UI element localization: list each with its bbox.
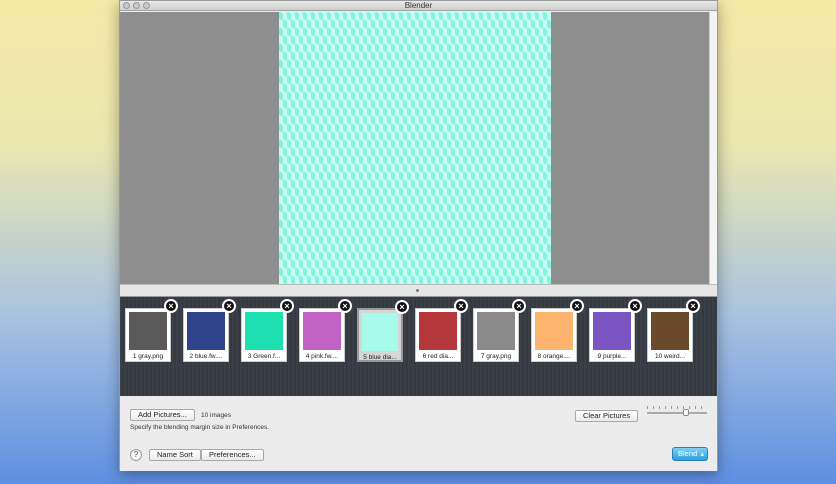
slider-knob[interactable] bbox=[683, 409, 689, 416]
thumbnail-image bbox=[303, 312, 341, 350]
name-sort-button[interactable]: Name Sort bbox=[149, 449, 201, 461]
remove-icon[interactable]: × bbox=[454, 299, 468, 313]
preview-scrollbar[interactable] bbox=[709, 12, 717, 284]
thumbnail-label: 7 gray.png bbox=[480, 353, 512, 360]
thumbnail-image bbox=[245, 312, 283, 350]
remove-icon[interactable]: × bbox=[280, 299, 294, 313]
remove-icon[interactable]: × bbox=[338, 299, 352, 313]
thumbnail-size-slider[interactable] bbox=[647, 409, 707, 416]
thumbnail-label: 8 orange.... bbox=[537, 353, 571, 360]
thumbnail-image bbox=[651, 312, 689, 350]
bottom-panel: Add Pictures... 10 images Specify the bl… bbox=[120, 396, 717, 471]
thumbnail-item[interactable]: 3 Green.f... × bbox=[241, 299, 294, 362]
thumbnail-image bbox=[129, 312, 167, 350]
blend-button[interactable]: Blend ▲ bbox=[672, 447, 708, 461]
remove-icon[interactable]: × bbox=[164, 299, 178, 313]
clear-pictures-button[interactable]: Clear Pictures bbox=[575, 410, 639, 422]
thumbnail-item[interactable]: 4 pink.fw.... × bbox=[299, 299, 352, 362]
remove-icon[interactable]: × bbox=[628, 299, 642, 313]
thumbnail-label: 5 blue dia... bbox=[363, 354, 397, 361]
thumbnail-item[interactable]: 8 orange.... × bbox=[531, 299, 584, 362]
help-button[interactable]: ? bbox=[130, 449, 142, 461]
thumbnail-item[interactable]: 2 blue.fw.... × bbox=[183, 299, 236, 362]
thumbnail-image bbox=[593, 312, 631, 350]
divider-handle-icon bbox=[416, 289, 419, 292]
blend-menu-arrow-icon: ▲ bbox=[699, 452, 706, 458]
thumbnail-item[interactable]: 5 blue dia... × bbox=[357, 300, 409, 362]
remove-icon[interactable]: × bbox=[570, 299, 584, 313]
thumbnail-image bbox=[187, 312, 225, 350]
thumbnail-label: 9 purple... bbox=[597, 353, 627, 360]
hint-text: Specify the blending margin size in Pref… bbox=[130, 424, 270, 431]
thumbnail-item[interactable]: 7 gray.png × bbox=[473, 299, 526, 362]
title-bar: Blender bbox=[120, 1, 717, 11]
slider-ticks bbox=[647, 406, 707, 409]
thumbnail-item[interactable]: 9 purple... × bbox=[589, 299, 642, 362]
image-count: 10 images bbox=[201, 412, 231, 419]
thumbnail-item[interactable]: 10 weird... × bbox=[647, 299, 700, 362]
add-pictures-button[interactable]: Add Pictures... bbox=[130, 409, 195, 421]
blended-preview-image bbox=[279, 12, 551, 284]
thumbnail-image bbox=[362, 313, 398, 351]
thumbnail-label: 4 pink.fw.... bbox=[305, 353, 339, 360]
minimize-window-button[interactable] bbox=[133, 2, 140, 9]
thumbnail-label: 3 Green.f... bbox=[247, 353, 281, 360]
remove-icon[interactable]: × bbox=[395, 300, 409, 314]
thumbnail-label: 2 blue.fw.... bbox=[189, 353, 223, 360]
thumbnail-item[interactable]: 6 red dia... × bbox=[415, 299, 468, 362]
blender-window: Blender 1 gray.png × 2 blue.fw.... × 3 Green… bbox=[119, 0, 718, 471]
thumbnail-image bbox=[535, 312, 573, 350]
remove-icon[interactable]: × bbox=[222, 299, 236, 313]
thumbnail-image bbox=[477, 312, 515, 350]
blend-label: Blend bbox=[678, 449, 698, 458]
thumbnail-strip: 1 gray.png × 2 blue.fw.... × 3 Green.f... × 4 … bbox=[120, 297, 717, 396]
window-controls bbox=[123, 2, 150, 9]
remove-icon[interactable]: × bbox=[686, 299, 700, 313]
thumbnail-image bbox=[419, 312, 457, 350]
thumbnail-label: 6 red dia... bbox=[422, 353, 454, 360]
preview-area bbox=[120, 12, 710, 284]
remove-icon[interactable]: × bbox=[512, 299, 526, 313]
thumbnail-item[interactable]: 1 gray.png × bbox=[125, 299, 178, 362]
preferences-button[interactable]: Preferences... bbox=[201, 449, 264, 461]
thumbnail-label: 1 gray.png bbox=[132, 353, 164, 360]
window-title: Blender bbox=[404, 1, 433, 10]
zoom-window-button[interactable] bbox=[143, 2, 150, 9]
split-divider[interactable] bbox=[120, 284, 717, 297]
close-window-button[interactable] bbox=[123, 2, 130, 9]
thumbnail-label: 10 weird... bbox=[655, 353, 685, 360]
